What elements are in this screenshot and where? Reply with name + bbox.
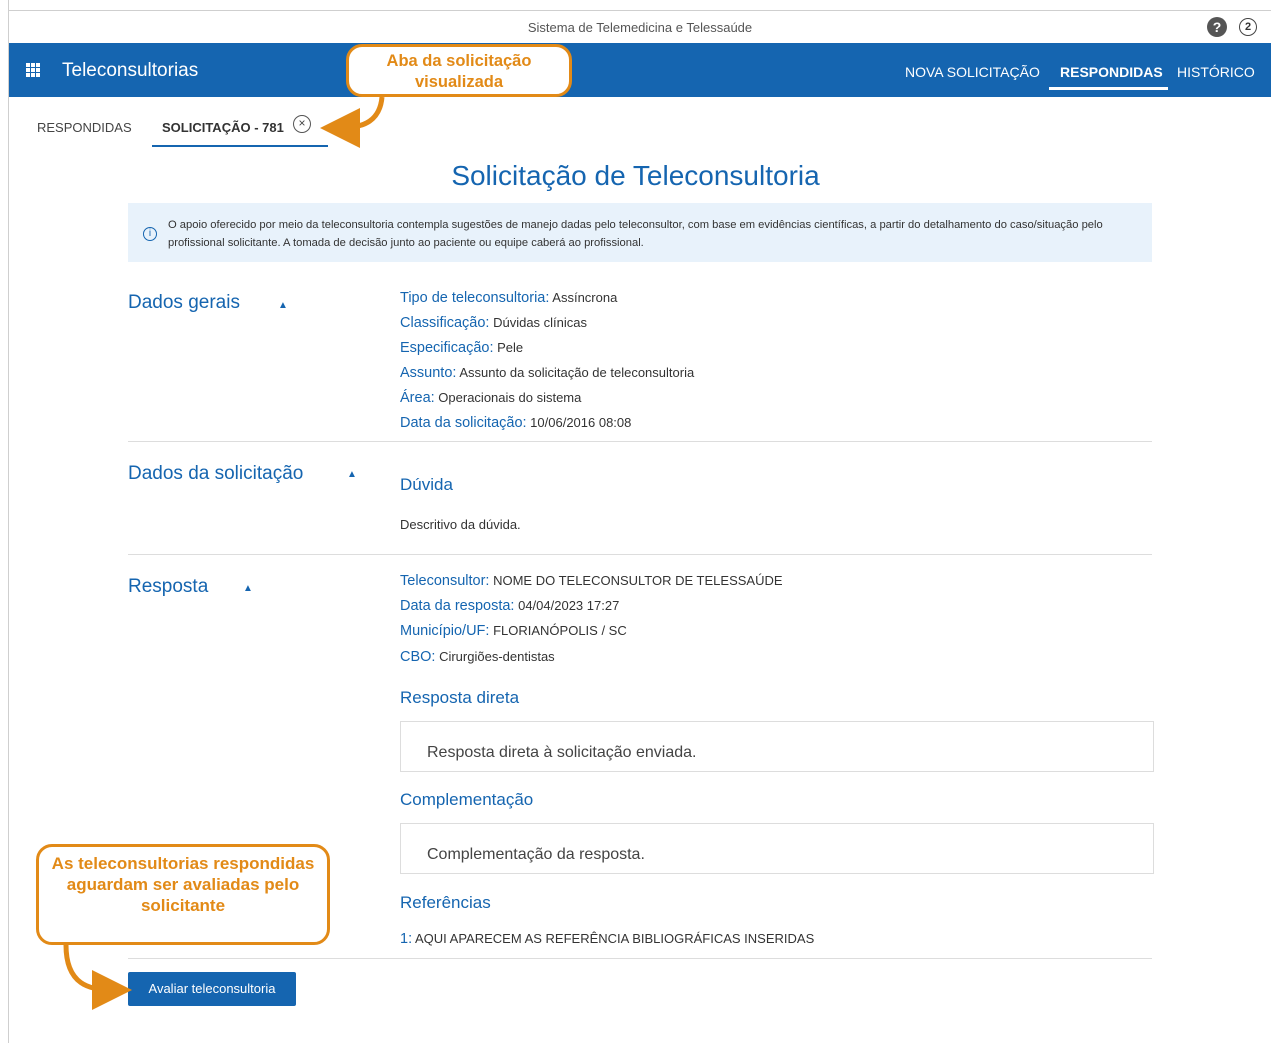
arrow-to-tab: [320, 96, 385, 148]
callout-arrows: [63, 96, 385, 1010]
arrow-to-button: [63, 944, 132, 1010]
